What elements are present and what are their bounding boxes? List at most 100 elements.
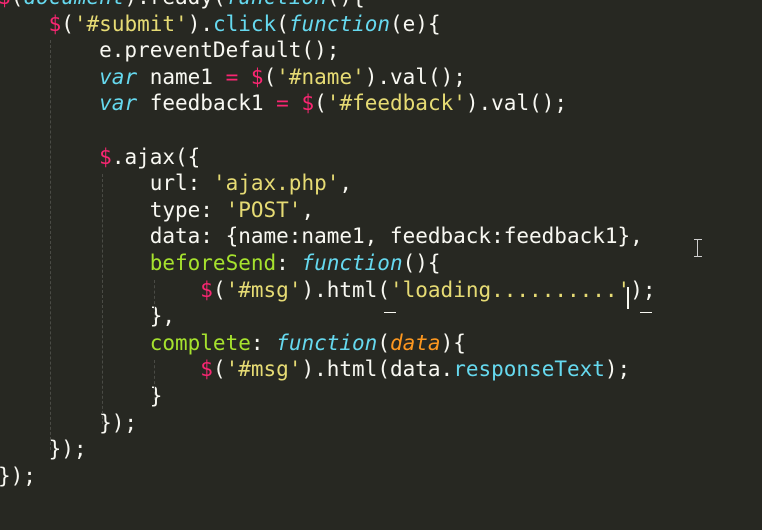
code-token: , xyxy=(301,197,315,222)
code-token: }, xyxy=(0,304,176,329)
code-token: , xyxy=(339,171,353,196)
code-token: $ xyxy=(99,144,112,169)
code-token: data: {name:name1, feedback:feedback1}, xyxy=(0,224,643,249)
code-line[interactable]: }); xyxy=(0,436,656,463)
code-token: '#submit' xyxy=(73,11,188,36)
code-token: 'ajax.php' xyxy=(212,171,340,196)
code-token: ). xyxy=(187,11,213,36)
code-token: var xyxy=(99,91,138,116)
code-token: function xyxy=(276,330,378,355)
code-line[interactable]: $('#submit').click(function(e){ xyxy=(0,11,656,38)
code-token: 'POST' xyxy=(225,197,302,222)
code-token: 'loading..........' xyxy=(389,277,631,302)
code-token: ( xyxy=(11,0,24,9)
code-line[interactable]: var feedback1 = $('#feedback').val(); xyxy=(0,90,656,117)
code-token: ( xyxy=(377,330,390,355)
code-token: complete xyxy=(149,330,251,355)
code-token: ); xyxy=(604,357,631,382)
code-token: .ajax({ xyxy=(111,144,201,169)
code-line[interactable]: complete: function(data){ xyxy=(0,330,656,357)
code-token: : xyxy=(276,250,302,275)
code-token: function xyxy=(226,0,327,9)
code-token: ).val(); xyxy=(364,64,466,89)
code-line[interactable]: url: 'ajax.php', xyxy=(0,170,656,197)
code-token: ( xyxy=(212,277,226,302)
code-token: url: xyxy=(0,171,213,196)
code-token: name1 xyxy=(137,64,226,89)
code-token: } xyxy=(0,383,163,408)
code-token: ).val(); xyxy=(465,91,568,116)
code-token: '#name' xyxy=(276,64,365,89)
code-token: beforeSend xyxy=(149,250,277,275)
code-token: ).html(data. xyxy=(301,357,454,382)
code-line[interactable]: $.ajax({ xyxy=(0,144,656,171)
code-token: }); xyxy=(0,410,138,435)
mouse-ibeam-cursor-icon xyxy=(694,239,702,257)
code-token: : xyxy=(250,330,277,355)
code-token: $ xyxy=(200,277,213,302)
code-token: '#msg' xyxy=(225,357,302,382)
code-token: }); xyxy=(0,463,36,488)
code-line[interactable]: $('#msg').html('loading..........'); xyxy=(0,277,656,304)
code-line[interactable]: }); xyxy=(0,463,656,490)
code-line[interactable]: }); xyxy=(0,410,656,437)
indent-guide xyxy=(50,40,51,450)
code-editor[interactable]: $(document).ready(function(){ $('#submit… xyxy=(0,0,762,530)
code-token: (e){ xyxy=(390,11,441,36)
code-token: = xyxy=(276,91,289,116)
code-token: ( xyxy=(276,11,289,36)
code-token: feedback1 xyxy=(137,91,277,116)
code-token: $ xyxy=(0,0,11,9)
code-token: '#msg' xyxy=(225,277,302,302)
code-token: $ xyxy=(301,91,315,116)
code-token: ); xyxy=(630,277,656,302)
code-token: var xyxy=(99,64,138,89)
code-token: click xyxy=(212,11,277,36)
text-caret xyxy=(627,287,629,309)
code-token: type: xyxy=(0,197,226,222)
matching-paren-underline xyxy=(384,312,396,313)
code-token: = xyxy=(225,64,239,89)
code-token: (){ xyxy=(327,0,365,9)
code-token: ( xyxy=(212,357,226,382)
code-token: ( xyxy=(314,91,327,116)
indent-guide xyxy=(154,360,155,400)
code-token: data xyxy=(389,330,441,355)
code-line[interactable]: ​ xyxy=(0,117,656,144)
code-token: function xyxy=(288,11,391,36)
code-token: ( xyxy=(263,64,277,89)
indent-guide xyxy=(154,280,155,320)
code-token: $ xyxy=(250,64,264,89)
code-line[interactable]: } xyxy=(0,383,656,410)
indent-guide xyxy=(102,174,103,424)
code-text-area[interactable]: $(document).ready(function(){ $('#submit… xyxy=(0,0,656,489)
code-token: ( xyxy=(61,11,74,36)
code-line[interactable]: data: {name:name1, feedback:feedback1}, xyxy=(0,223,656,250)
code-line[interactable]: $('#msg').html(data.responseText); xyxy=(0,356,656,383)
code-line[interactable]: beforeSend: function(){ xyxy=(0,250,656,277)
code-token: }); xyxy=(0,437,87,462)
code-token: ).html( xyxy=(301,277,390,302)
code-line[interactable]: }, xyxy=(0,303,656,330)
code-line[interactable]: var name1 = $('#name').val(); xyxy=(0,64,656,91)
code-token: function xyxy=(301,250,403,275)
code-token: ){ xyxy=(440,330,466,355)
code-token: responseText xyxy=(453,357,605,382)
matching-paren-underline xyxy=(640,312,652,313)
code-token: ).ready( xyxy=(124,0,225,9)
code-line[interactable]: type: 'POST', xyxy=(0,197,656,224)
code-line[interactable]: $(document).ready(function(){ xyxy=(0,0,656,11)
code-token: (){ xyxy=(402,250,441,275)
code-token: $ xyxy=(200,357,213,382)
code-token: document xyxy=(23,0,124,9)
code-token: '#feedback' xyxy=(326,91,466,116)
code-line[interactable]: e.preventDefault(); xyxy=(0,37,656,64)
code-token: $ xyxy=(48,11,62,36)
